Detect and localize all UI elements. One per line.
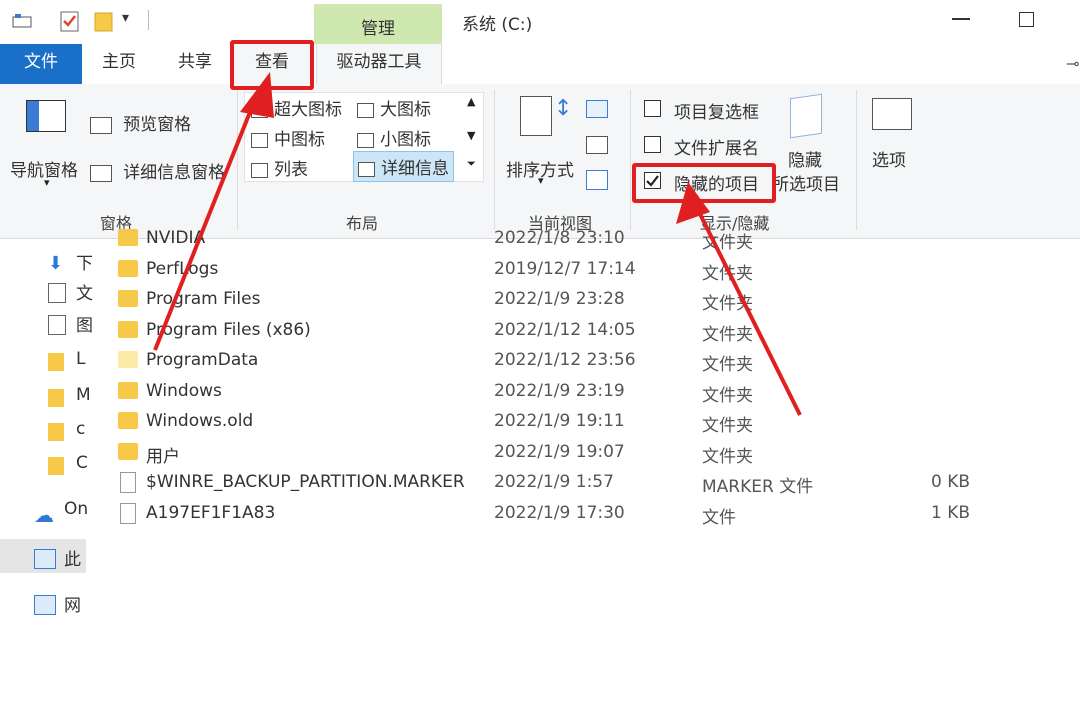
annotation-arrows: [153, 72, 802, 416]
